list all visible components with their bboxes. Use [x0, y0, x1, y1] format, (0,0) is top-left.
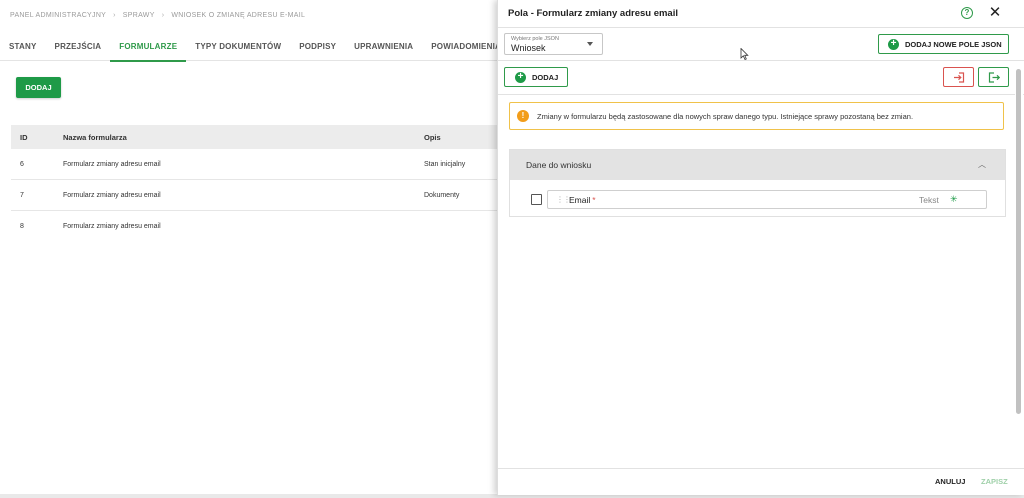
chevron-right-icon: › [113, 12, 116, 19]
breadcrumb: PANEL ADMINISTRACYJNY › SPRAWY › WNIOSEK… [10, 12, 305, 19]
warning-icon: ! [517, 110, 529, 122]
add-form-button[interactable]: DODAJ [16, 77, 61, 98]
cancel-button[interactable]: ANULUJ [935, 477, 965, 486]
cell-name: Formularz zmiany adresu email [63, 160, 161, 168]
field-row-email[interactable]: ⋮⋮ Email * Tekst ✳ [547, 190, 987, 209]
divider [498, 60, 1024, 61]
table-row[interactable]: 8 Formularz zmiany adresu email [11, 211, 501, 242]
field-name: Email * [569, 195, 596, 205]
info-alert: ! Zmiany w formularzu będą zastosowane d… [509, 102, 1004, 130]
field-type: Tekst [919, 195, 939, 205]
cell-opis: Dokumenty [424, 191, 460, 199]
plus-circle-icon: + [515, 71, 526, 83]
drag-handle-icon[interactable]: ⋮⋮ [556, 195, 571, 204]
mouse-cursor-icon [740, 48, 749, 60]
forms-table: ID Nazwa formularza Opis 6 Formularz zmi… [11, 125, 501, 242]
drawer-header: Pola - Formularz zmiany adresu email ? ✕ [498, 0, 1024, 28]
cell-name: Formularz zmiany adresu email [63, 191, 161, 199]
table-row[interactable]: 7 Formularz zmiany adresu email Dokument… [11, 180, 501, 211]
import-button[interactable] [943, 67, 974, 87]
cell-name: Formularz zmiany adresu email [63, 223, 161, 230]
help-icon[interactable]: ? [961, 7, 973, 19]
add-json-field-label: DODAJ NOWE POLE JSON [905, 39, 1002, 49]
breadcrumb-item-current: WNIOSEK O ZMIANĘ ADRESU E-MAIL [171, 12, 306, 19]
drawer-footer: ANULUJ ZAPISZ [498, 468, 1024, 495]
tab-podpisy[interactable]: PODPISY [290, 34, 345, 61]
divider [498, 94, 1024, 95]
tab-typy-dokumentow[interactable]: TYPY DOKUMENTÓW [186, 34, 290, 61]
add-json-field-button[interactable]: + DODAJ NOWE POLE JSON [878, 34, 1009, 54]
table-header: ID Nazwa formularza Opis [11, 125, 501, 149]
tabs-bar: STANY PRZEJŚCIA FORMULARZE TYPY DOKUMENT… [0, 34, 501, 62]
cell-id: 8 [20, 223, 24, 230]
cell-id: 6 [20, 160, 24, 168]
section-dane-do-wniosku: Dane do wniosku ︿ ⋮⋮ Email * Tekst ✳ [509, 149, 1006, 217]
cell-opis: Stan inicjalny [424, 160, 466, 168]
breadcrumb-item-panel[interactable]: PANEL ADMINISTRACYJNY [10, 12, 106, 19]
add-field-button[interactable]: + DODAJ [504, 67, 568, 87]
tab-stany[interactable]: STANY [0, 34, 46, 61]
section-header[interactable]: Dane do wniosku ︿ [510, 150, 1005, 180]
caret-down-icon [587, 42, 593, 46]
add-field-label: DODAJ [532, 72, 559, 82]
sparkle-icon[interactable]: ✳ [950, 194, 958, 205]
scrollbar-thumb[interactable] [1016, 69, 1021, 414]
breadcrumb-item-sprawy[interactable]: SPRAWY [123, 12, 155, 19]
select-value: Wniosek [511, 43, 546, 53]
fields-drawer: Pola - Formularz zmiany adresu email ? ✕… [497, 0, 1024, 495]
alert-text: Zmiany w formularzu będą zastosowane dla… [537, 111, 914, 121]
export-icon [988, 71, 1000, 83]
export-button[interactable] [978, 67, 1009, 87]
table-row[interactable]: 6 Formularz zmiany adresu email Stan ini… [11, 149, 501, 180]
column-header-name[interactable]: Nazwa formularza [63, 133, 424, 142]
plus-circle-icon: + [888, 38, 899, 50]
tab-formularze[interactable]: FORMULARZE [110, 34, 187, 62]
chevron-up-icon[interactable]: ︿ [978, 159, 986, 170]
tab-przejscia[interactable]: PRZEJŚCIA [46, 34, 111, 61]
chevron-right-icon: › [161, 12, 165, 19]
field-checkbox[interactable] [531, 194, 542, 205]
drawer-title: Pola - Formularz zmiany adresu email [508, 8, 678, 19]
scrollbar[interactable] [1015, 61, 1023, 495]
required-mark: * [592, 195, 596, 205]
section-title: Dane do wniosku [526, 160, 592, 170]
save-button[interactable]: ZAPISZ [981, 477, 1008, 486]
column-header-opis[interactable]: Opis [424, 133, 501, 142]
select-label: Wybierz pole JSON [511, 36, 559, 42]
import-icon [953, 71, 964, 83]
json-field-select[interactable]: Wybierz pole JSON Wniosek [504, 33, 603, 55]
cell-id: 7 [20, 191, 24, 199]
close-icon[interactable]: ✕ [988, 4, 1002, 22]
column-header-id[interactable]: ID [11, 133, 63, 142]
tab-uprawnienia[interactable]: UPRAWNIENIA [345, 34, 422, 61]
